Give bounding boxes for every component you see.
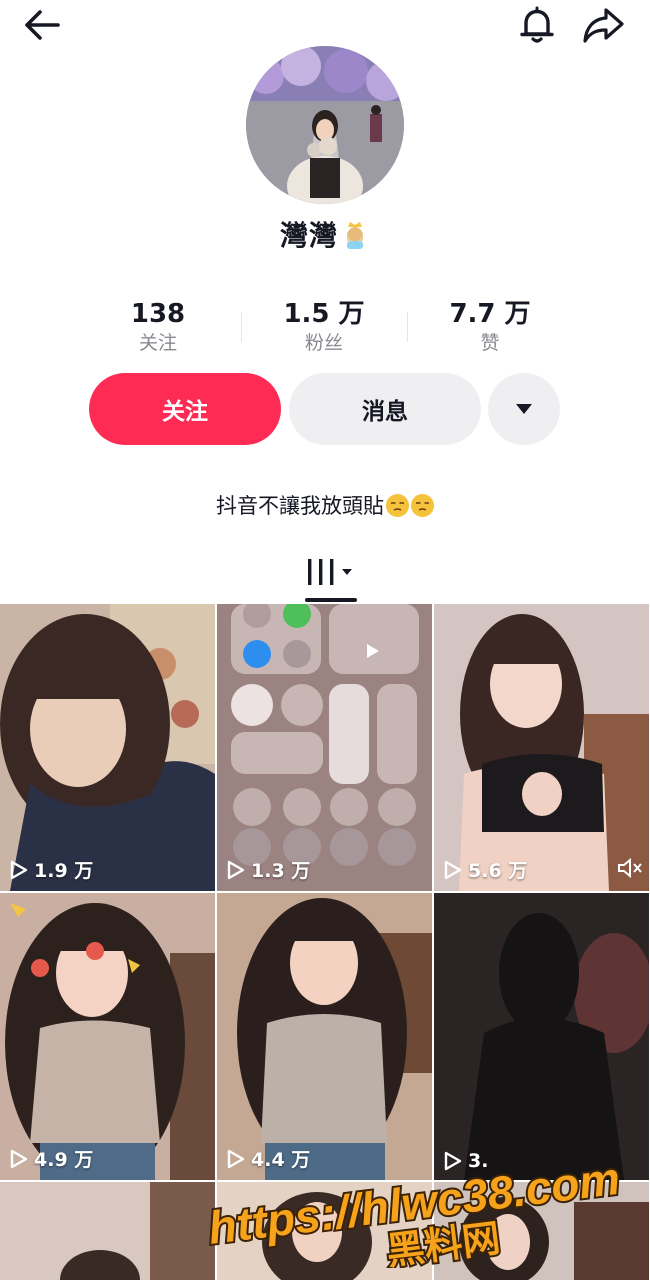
play-icon [10, 1149, 28, 1168]
speaker-mute-icon[interactable] [617, 857, 643, 883]
profile-name-text: 灣灣 [279, 219, 338, 252]
view-count-text: 4.9 万 [34, 1149, 94, 1171]
video-view-count: 1.3 万 [227, 856, 310, 883]
stat-following-label: 关注 [138, 332, 177, 354]
stat-following-count: 138 [130, 299, 186, 329]
video-thumbnail[interactable]: 4.9 万 [0, 893, 215, 1180]
princess-emoji-icon [340, 219, 370, 249]
bell-icon[interactable] [518, 6, 556, 44]
stat-likes[interactable]: 7.7 万 赞 [410, 298, 570, 356]
stat-divider [407, 312, 408, 342]
video-thumbnail[interactable]: 1.3 万 [217, 604, 432, 891]
play-icon [227, 860, 245, 879]
stat-followers[interactable]: 1.5 万 粉丝 [244, 298, 404, 356]
active-tab-indicator [305, 598, 357, 602]
video-view-count: 5.6 万 [444, 856, 527, 883]
stat-followers-count: 1.5 万 [283, 299, 365, 329]
avatar[interactable] [246, 46, 404, 204]
video-thumbnail[interactable]: 1.9 万 [0, 604, 215, 891]
stat-likes-label: 赞 [480, 332, 500, 354]
view-count-text: 1.3 万 [251, 860, 311, 882]
grid-view-icon [308, 559, 352, 585]
video-view-count: 1.9 万 [10, 856, 93, 883]
view-count-text: 5.6 万 [468, 860, 528, 882]
play-icon [444, 860, 462, 879]
tab-videos-grid[interactable] [305, 556, 357, 588]
more-options-button[interactable] [488, 373, 560, 445]
stat-likes-count: 7.7 万 [449, 299, 531, 329]
view-count-text: 1.9 万 [34, 860, 94, 882]
back-arrow-icon[interactable] [22, 8, 62, 42]
video-thumbnail[interactable]: 5.6 万 [434, 604, 649, 891]
caret-down-icon [516, 404, 532, 414]
unamused-face-emoji-icon [386, 494, 409, 517]
share-arrow-icon[interactable] [582, 6, 626, 44]
unamused-face-emoji-icon [411, 494, 434, 517]
stat-divider [241, 312, 242, 342]
stat-followers-label: 粉丝 [304, 332, 343, 354]
watermark: https://hlwc38.com 黑料网 [200, 1118, 640, 1276]
follow-button[interactable]: 关注 [89, 373, 281, 445]
play-icon [10, 860, 28, 879]
profile-name: 灣灣 [0, 214, 650, 254]
video-thumbnail[interactable] [0, 1182, 215, 1280]
bio-text: 抖音不讓我放頭貼 [216, 494, 384, 518]
profile-bio: 抖音不讓我放頭貼 [0, 490, 650, 520]
message-button[interactable]: 消息 [289, 373, 481, 445]
video-view-count: 4.9 万 [10, 1145, 93, 1172]
stat-following[interactable]: 138 关注 [78, 298, 238, 356]
